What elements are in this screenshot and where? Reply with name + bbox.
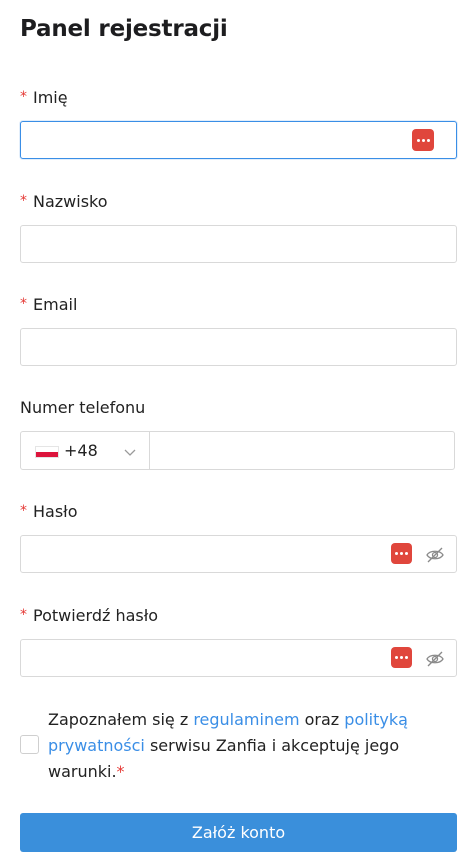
last-name-label-text: Nazwisko [33, 192, 108, 211]
required-marker: * [20, 192, 27, 209]
phone-number-input[interactable] [149, 431, 455, 470]
phone-field: +48 [20, 431, 455, 470]
password-label: * Hasło [20, 502, 78, 521]
eye-off-icon[interactable] [425, 649, 445, 669]
required-marker: * [20, 88, 27, 105]
confirm-password-label: * Potwierdź hasło [20, 606, 158, 625]
eye-off-icon[interactable] [425, 545, 445, 565]
email-input[interactable] [20, 328, 457, 366]
confirm-password-label-text: Potwierdź hasło [33, 606, 159, 625]
last-name-label: * Nazwisko [20, 192, 108, 211]
consent-text-part-2: oraz [299, 710, 345, 729]
poland-flag-icon [35, 446, 59, 458]
chevron-down-icon [124, 449, 136, 456]
first-name-label-text: Imię [33, 88, 68, 107]
phone-label-text: Numer telefonu [20, 398, 146, 417]
consent-checkbox[interactable] [20, 735, 39, 754]
phone-label: Numer telefonu [20, 398, 145, 417]
consent-text-part-1: Zapoznałem się z [48, 710, 194, 729]
consent-text: Zapoznałem się z regulaminem oraz polity… [48, 707, 448, 785]
terms-link[interactable]: regulaminem [193, 710, 299, 729]
password-manager-icon[interactable] [412, 129, 434, 151]
required-marker: * [20, 295, 27, 312]
password-manager-icon[interactable] [391, 647, 412, 668]
create-account-button[interactable]: Załóż konto [20, 813, 457, 852]
last-name-input[interactable] [20, 225, 457, 263]
first-name-label: * Imię [20, 88, 68, 107]
country-code-select[interactable]: +48 [20, 431, 150, 470]
first-name-input[interactable] [20, 121, 457, 159]
password-input[interactable] [20, 535, 457, 573]
email-label: * Email [20, 295, 77, 314]
page-title: Panel rejestracji [20, 16, 228, 42]
email-label-text: Email [33, 295, 78, 314]
required-marker: * [116, 762, 125, 781]
required-marker: * [20, 606, 27, 623]
confirm-password-input[interactable] [20, 639, 457, 677]
password-manager-icon[interactable] [391, 543, 412, 564]
required-marker: * [20, 502, 27, 519]
password-label-text: Hasło [33, 502, 78, 521]
country-dial-code: +48 [64, 441, 98, 460]
